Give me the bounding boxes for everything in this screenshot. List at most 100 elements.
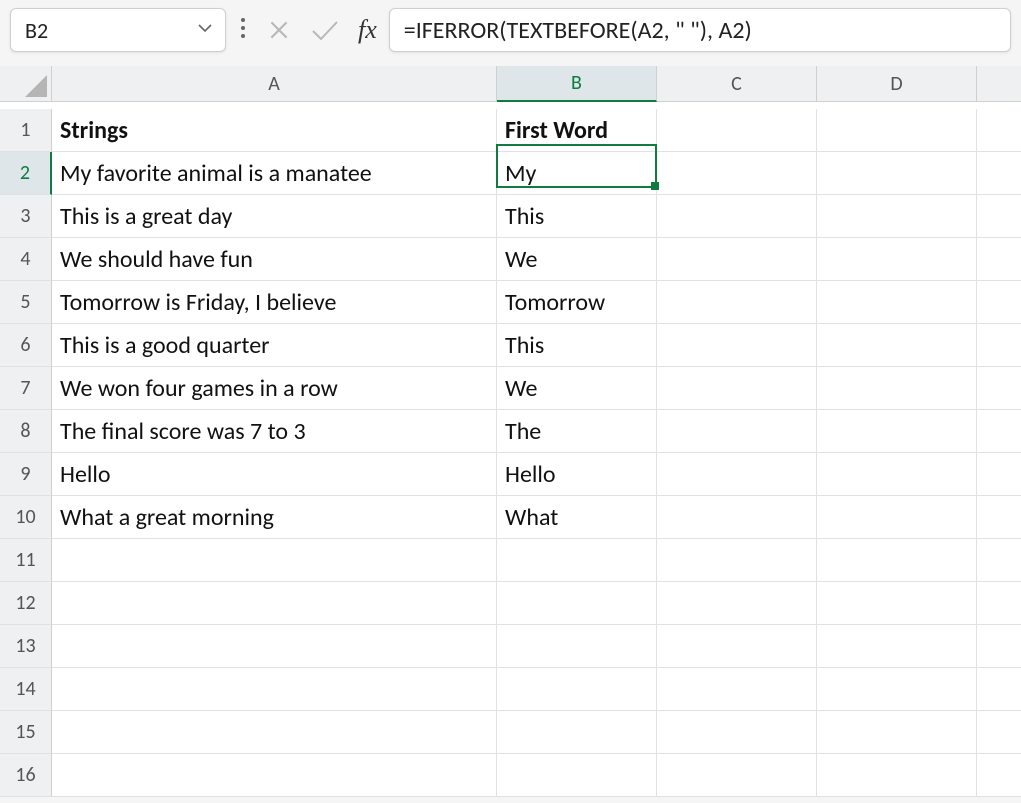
name-box[interactable]: B2 — [10, 8, 226, 52]
cell[interactable] — [817, 195, 977, 238]
cell[interactable] — [52, 539, 497, 582]
cell[interactable]: This is a great day — [52, 195, 497, 238]
cell[interactable]: The final score was 7 to 3 — [52, 410, 497, 453]
column-header[interactable] — [977, 66, 1021, 102]
column-header[interactable]: B — [497, 66, 657, 102]
cancel-icon[interactable] — [266, 17, 292, 43]
cell[interactable] — [657, 754, 817, 797]
cell[interactable]: My favorite animal is a manatee — [52, 152, 497, 195]
cell[interactable] — [817, 539, 977, 582]
cell[interactable] — [977, 496, 1021, 539]
cell[interactable] — [817, 711, 977, 754]
cell[interactable] — [817, 238, 977, 281]
formula-input[interactable]: =IFERROR(TEXTBEFORE(A2, " "), A2) — [389, 8, 1011, 52]
cell[interactable] — [657, 582, 817, 625]
cell[interactable]: This — [497, 195, 657, 238]
cell[interactable] — [657, 195, 817, 238]
cell[interactable] — [977, 281, 1021, 324]
cell[interactable] — [817, 109, 977, 152]
cell[interactable] — [52, 668, 497, 711]
cell[interactable] — [657, 668, 817, 711]
kebab-menu-icon[interactable] — [238, 17, 248, 43]
cell[interactable] — [977, 324, 1021, 367]
row-header[interactable]: 2 — [0, 152, 52, 195]
cell[interactable] — [52, 625, 497, 668]
cell[interactable] — [657, 281, 817, 324]
cell[interactable] — [497, 625, 657, 668]
cell[interactable]: The — [497, 410, 657, 453]
row-header[interactable]: 3 — [0, 195, 52, 238]
row-header[interactable]: 6 — [0, 324, 52, 367]
cell[interactable]: This is a good quarter — [52, 324, 497, 367]
cell[interactable] — [657, 367, 817, 410]
cell[interactable]: Strings — [52, 109, 497, 152]
cell[interactable] — [817, 367, 977, 410]
row-header[interactable]: 10 — [0, 496, 52, 539]
cell[interactable]: Tomorrow is Friday, I believe — [52, 281, 497, 324]
cell[interactable] — [817, 410, 977, 453]
column-header[interactable]: D — [817, 66, 977, 102]
cell[interactable]: What — [497, 496, 657, 539]
cell[interactable] — [52, 582, 497, 625]
cell[interactable] — [817, 496, 977, 539]
cell[interactable] — [817, 281, 977, 324]
enter-icon[interactable] — [310, 17, 340, 43]
cell[interactable] — [497, 754, 657, 797]
cell[interactable] — [657, 625, 817, 668]
row-header[interactable]: 5 — [0, 281, 52, 324]
row-header[interactable]: 7 — [0, 367, 52, 410]
cell[interactable] — [52, 711, 497, 754]
column-header[interactable]: C — [657, 66, 817, 102]
cell[interactable] — [497, 711, 657, 754]
cell[interactable] — [657, 539, 817, 582]
cell[interactable] — [977, 539, 1021, 582]
cell[interactable] — [977, 453, 1021, 496]
cell[interactable] — [657, 324, 817, 367]
cell[interactable]: First Word — [497, 109, 657, 152]
cell[interactable]: Hello — [497, 453, 657, 496]
cell[interactable] — [817, 668, 977, 711]
cell[interactable]: Hello — [52, 453, 497, 496]
cell[interactable] — [817, 324, 977, 367]
cell[interactable] — [977, 410, 1021, 453]
cell[interactable]: We — [497, 367, 657, 410]
cell[interactable] — [657, 109, 817, 152]
cell[interactable] — [497, 668, 657, 711]
cell[interactable] — [52, 754, 497, 797]
cell[interactable] — [977, 625, 1021, 668]
cell[interactable]: What a great morning — [52, 496, 497, 539]
cell[interactable] — [657, 238, 817, 281]
cell[interactable] — [657, 453, 817, 496]
cell[interactable] — [977, 754, 1021, 797]
cell[interactable]: Tomorrow — [497, 281, 657, 324]
cell[interactable] — [977, 582, 1021, 625]
cell[interactable] — [977, 109, 1021, 152]
cell[interactable] — [817, 152, 977, 195]
cell[interactable] — [977, 668, 1021, 711]
row-header[interactable]: 16 — [0, 754, 52, 797]
cell[interactable] — [977, 711, 1021, 754]
row-header[interactable]: 1 — [0, 109, 52, 152]
row-header[interactable]: 11 — [0, 539, 52, 582]
row-header[interactable]: 9 — [0, 453, 52, 496]
cell[interactable] — [977, 195, 1021, 238]
cell[interactable] — [817, 625, 977, 668]
row-header[interactable]: 13 — [0, 625, 52, 668]
cell[interactable] — [657, 711, 817, 754]
row-header[interactable]: 15 — [0, 711, 52, 754]
cell[interactable] — [817, 582, 977, 625]
row-header[interactable]: 14 — [0, 668, 52, 711]
column-header[interactable]: A — [52, 66, 497, 102]
cell[interactable]: This — [497, 324, 657, 367]
cell[interactable] — [817, 754, 977, 797]
cell[interactable] — [817, 453, 977, 496]
cell[interactable] — [977, 367, 1021, 410]
select-all-corner[interactable] — [0, 66, 52, 102]
cell[interactable] — [657, 496, 817, 539]
fx-icon[interactable]: fx — [358, 15, 377, 45]
cell[interactable] — [497, 539, 657, 582]
cell[interactable] — [657, 152, 817, 195]
cell[interactable] — [497, 582, 657, 625]
row-header[interactable]: 12 — [0, 582, 52, 625]
cell[interactable] — [657, 410, 817, 453]
